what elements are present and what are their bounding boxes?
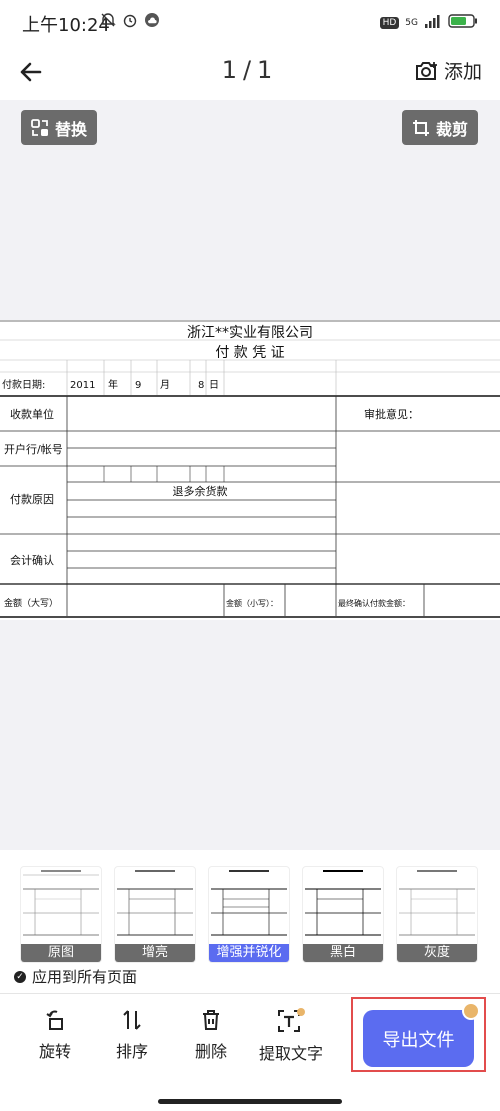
crop-button[interactable]: 裁剪: [402, 110, 479, 145]
hd-badge: HD: [379, 16, 400, 29]
doc-final-label: 最终确认付款金额：: [338, 598, 410, 608]
doc-bank-label: 开户行/帐号: [4, 442, 63, 456]
doc-day: 8: [198, 380, 204, 391]
add-page-button[interactable]: 添加: [414, 57, 482, 84]
doc-company: 浙江**实业有限公司: [187, 325, 313, 341]
camera-add-icon: [415, 61, 437, 80]
crop-icon: [413, 119, 429, 136]
payment-voucher: 浙江**实业有限公司 付 款 凭 证 付款日期: 2011 年 9 月 8 日: [0, 320, 500, 618]
thumb-preview: [305, 870, 381, 936]
filter-brighten[interactable]: 增亮: [114, 866, 196, 963]
doc-amount-lower-label: 金额（小写）：: [226, 598, 278, 608]
crop-label: 裁剪: [436, 119, 469, 139]
battery-icon: [448, 13, 478, 32]
status-bar: 上午10:24 HD 5G: [0, 0, 500, 46]
sort-icon: [123, 1010, 141, 1030]
filter-original[interactable]: 原图: [20, 866, 102, 963]
filter-label: 增强并锐化: [209, 944, 289, 962]
extract-label: 提取文字: [258, 1044, 323, 1063]
filter-label: 灰度: [397, 944, 477, 962]
filter-grayscale[interactable]: 灰度: [396, 866, 478, 963]
thumb-preview: [211, 870, 287, 936]
doc-title: 付 款 凭 证: [215, 345, 284, 361]
replace-label: 替换: [55, 119, 88, 139]
filter-black-white[interactable]: 黑白: [302, 866, 384, 963]
export-highlight: 导出文件: [351, 997, 486, 1072]
extract-text-button[interactable]: 提取文字: [255, 1008, 327, 1064]
doc-accounting-label: 会计确认: [10, 554, 54, 567]
rotate-icon: [46, 1010, 63, 1030]
home-indicator: [158, 1099, 342, 1104]
mute-icon: [100, 12, 116, 32]
trash-icon: [203, 1010, 219, 1030]
status-time: 上午10:24: [22, 15, 110, 36]
doc-year-unit: 年: [108, 378, 118, 391]
doc-date-label: 付款日期:: [2, 378, 45, 391]
doc-amount-upper-label: 金额（大写）: [4, 597, 58, 609]
cloud-icon: [144, 12, 160, 32]
rotate-button[interactable]: 旋转: [20, 1008, 90, 1062]
export-label: 导出文件: [382, 1029, 455, 1051]
document-page: 浙江**实业有限公司 付 款 凭 证 付款日期: 2011 年 9 月 8 日: [0, 320, 500, 620]
text-scan-icon: [278, 1008, 305, 1032]
sort-label: 排序: [115, 1042, 148, 1061]
thumb-preview: [117, 870, 193, 936]
network-label: 5G: [405, 17, 418, 28]
replace-button[interactable]: 替换: [21, 110, 98, 145]
filter-strip: 原图 增亮 增强并锐化 黑白 灰度: [0, 850, 500, 965]
filter-label: 黑白: [303, 944, 383, 962]
check-icon: ✓: [14, 970, 26, 983]
apply-all-toggle[interactable]: ✓ 应用到所有页面: [14, 966, 137, 987]
top-bar: 1/1 添加: [0, 46, 500, 100]
filter-enhance-sharpen[interactable]: 增强并锐化: [208, 866, 290, 963]
doc-month-unit: 月: [160, 379, 170, 391]
document-canvas: 替换 裁剪 浙江**实业有限公司 付 款 凭 证 付款日期: 2011 年 9 …: [0, 100, 500, 850]
apply-all-label: 应用到所有页面: [32, 968, 138, 986]
doc-year: 2011: [70, 380, 95, 391]
crown-badge-icon: [462, 1002, 480, 1020]
thumb-preview: [399, 870, 475, 936]
delete-label: 删除: [194, 1042, 227, 1061]
doc-reason-label: 付款原因: [10, 492, 54, 506]
doc-payee-label: 收款单位: [10, 407, 54, 421]
alarm-icon: [122, 12, 138, 32]
export-button[interactable]: 导出文件: [363, 1002, 480, 1067]
filter-label: 原图: [21, 944, 101, 962]
rotate-label: 旋转: [38, 1042, 71, 1061]
signal-icon: [424, 13, 442, 32]
replace-icon: [31, 118, 48, 136]
doc-month: 9: [135, 380, 141, 391]
filter-label: 增亮: [115, 944, 195, 962]
add-label: 添加: [443, 61, 482, 83]
doc-reason-value: 退多余货款: [173, 484, 228, 498]
sort-button[interactable]: 排序: [97, 1008, 167, 1062]
delete-button[interactable]: 删除: [176, 1008, 246, 1062]
doc-day-unit: 日: [209, 380, 219, 391]
bottom-toolbar: 旋转 排序 删除 提取文字 导出文件: [0, 994, 500, 1084]
thumb-preview: [23, 870, 99, 936]
doc-approval-label: 审批意见：: [364, 407, 419, 421]
